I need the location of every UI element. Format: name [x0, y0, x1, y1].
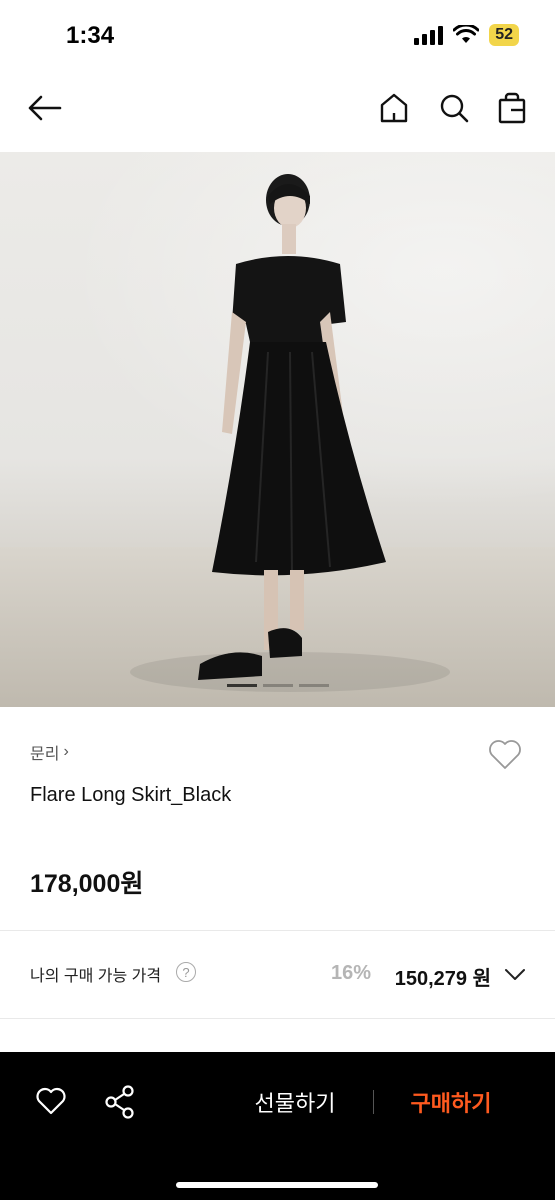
cellular-signal-icon	[414, 25, 444, 45]
help-icon[interactable]: ?	[176, 962, 196, 982]
divider	[0, 1018, 555, 1019]
product-title: Flare Long Skirt_Black	[30, 784, 232, 806]
share-button[interactable]	[103, 1084, 137, 1120]
wishlist-button[interactable]	[485, 734, 525, 774]
like-button[interactable]	[34, 1084, 68, 1118]
discount-rate: 16%	[330, 962, 371, 984]
gift-button[interactable]: 선물하기	[240, 1086, 350, 1118]
my-price-value: 150,279 원	[394, 968, 491, 990]
bottom-action-bar: 선물하기 구매하기	[0, 1052, 555, 1200]
chevron-right-icon: ›	[63, 743, 69, 760]
product-image[interactable]	[0, 152, 555, 707]
chevron-down-icon[interactable]	[503, 964, 527, 984]
buy-button[interactable]: 구매하기	[396, 1086, 506, 1118]
battery-indicator: 52	[489, 24, 519, 46]
status-bar: 1:34 52	[0, 0, 555, 72]
image-pagination	[226, 684, 329, 687]
brand-name: 문리	[30, 746, 60, 763]
my-price-label: 나의 구매 가능 가격	[30, 968, 162, 985]
arrow-left-icon	[28, 95, 62, 121]
back-button[interactable]	[24, 88, 64, 128]
divider	[373, 1090, 374, 1114]
share-icon	[105, 1085, 134, 1119]
status-icons: 52	[414, 24, 519, 46]
status-time: 1:34	[66, 22, 115, 49]
product-price: 178,000원	[30, 870, 144, 898]
top-nav	[0, 80, 555, 144]
search-icon	[440, 94, 469, 123]
search-button[interactable]	[434, 88, 474, 128]
model-figure-illustration	[0, 174, 555, 707]
brand-link[interactable]: 문리 ›	[30, 740, 69, 764]
heart-outline-icon	[36, 1087, 66, 1115]
divider	[0, 930, 555, 931]
heart-outline-icon	[489, 740, 521, 769]
home-icon	[380, 93, 408, 123]
shopping-bag-icon	[498, 92, 526, 124]
bag-button[interactable]	[492, 88, 532, 128]
my-price-row[interactable]: 나의 구매 가능 가격 ? 16% 150,279 원	[0, 950, 555, 1002]
wifi-icon	[453, 25, 480, 43]
home-indicator	[176, 1182, 378, 1188]
home-button[interactable]	[374, 88, 414, 128]
